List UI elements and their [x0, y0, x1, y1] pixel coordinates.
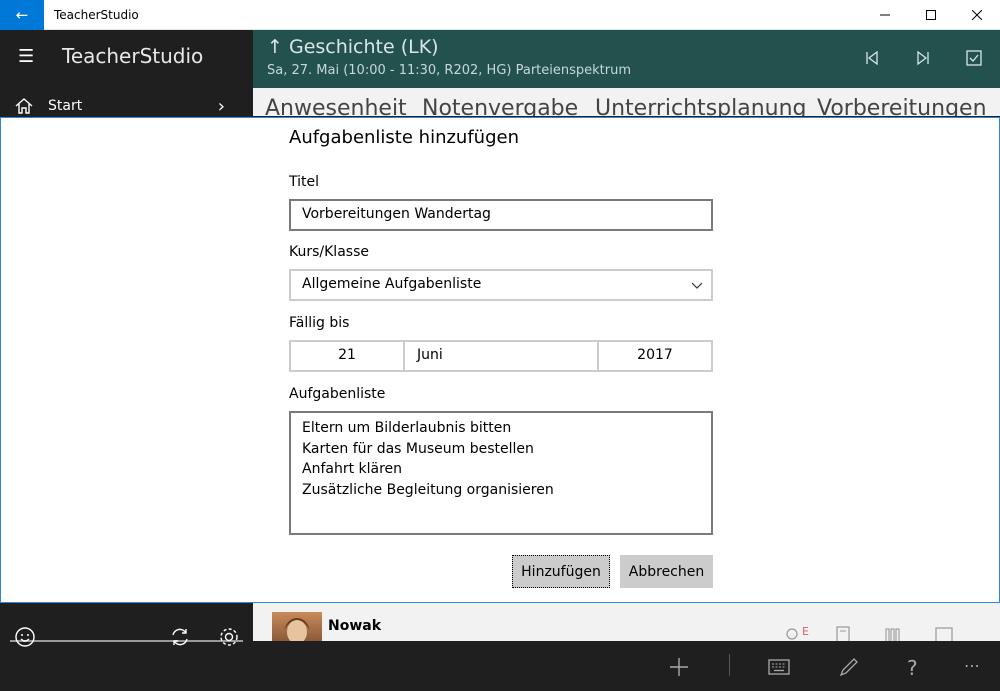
chevron-right-icon: ›: [217, 95, 225, 117]
cancel-button[interactable]: Abbrechen: [620, 555, 713, 588]
command-bar: [253, 641, 1000, 691]
course-select-value: Allgemeine Aufgabenliste: [302, 276, 482, 292]
tab-notenvergabe[interactable]: Notenvergabe: [422, 96, 578, 116]
tasklist-line: Eltern um Bilderlaubnis bitten: [302, 420, 512, 436]
minimize-icon: [880, 14, 890, 15]
tasklist-line: Karten für das Museum bestellen: [302, 440, 534, 457]
tasklist-label: Aufgabenliste: [289, 386, 386, 402]
close-button[interactable]: [954, 0, 1000, 30]
pencil-icon[interactable]: [838, 656, 860, 678]
dialog-title: Aufgabenliste hinzufügen: [289, 127, 519, 148]
tasklist-line: Anfahrt klären: [302, 461, 403, 477]
sync-icon[interactable]: [169, 626, 191, 648]
course-label: Kurs/Klasse: [289, 244, 369, 260]
hamburger-icon[interactable]: ☰: [18, 46, 34, 67]
student-photo: [272, 612, 322, 641]
title-label: Titel: [289, 174, 320, 190]
tab-unterrichtsplanung[interactable]: Unterrichtsplanung: [595, 96, 807, 116]
course-select[interactable]: Allgemeine Aufgabenliste: [289, 269, 713, 301]
home-icon: [15, 98, 33, 114]
gear-icon[interactable]: [218, 626, 240, 648]
checkbox-icon[interactable]: [966, 50, 982, 66]
due-month-picker[interactable]: Juni: [403, 340, 599, 372]
tasklist-line: Zusätzliche Begleitung organisieren: [302, 481, 554, 498]
notes-icon[interactable]: [834, 626, 852, 642]
due-year-picker[interactable]: 2017: [597, 340, 713, 372]
smiley-icon[interactable]: [14, 626, 36, 648]
minimize-button[interactable]: [862, 0, 908, 30]
ellipsis-icon[interactable]: ⋯: [964, 656, 986, 678]
add-tasklist-dialog: Aufgabenliste hinzufügen Titel Vorbereit…: [0, 117, 1000, 603]
tab-vorbereitungen[interactable]: Vorbereitungen: [817, 96, 987, 116]
badge-letter: E: [802, 626, 809, 638]
due-label: Fällig bis: [289, 315, 350, 331]
student-name[interactable]: Nowak: [328, 618, 381, 634]
arrow-up-icon[interactable]: ↑: [267, 36, 283, 58]
books-icon[interactable]: [884, 626, 902, 642]
back-arrow-icon: ←: [15, 5, 29, 24]
due-day-picker[interactable]: 21: [289, 340, 405, 372]
sidebar-item-label: Start: [48, 98, 83, 114]
avatar: [284, 618, 310, 641]
question-icon[interactable]: ?: [907, 656, 929, 680]
square-icon[interactable]: [935, 626, 953, 642]
course-subtitle: Sa, 27. Mai (10:00 - 11:30, R202, HG) Pa…: [267, 63, 632, 78]
maximize-button[interactable]: [908, 0, 954, 30]
course-title-text: Geschichte (LK): [288, 36, 439, 58]
back-button[interactable]: ←: [0, 0, 44, 30]
skip-previous-icon[interactable]: [864, 50, 880, 66]
tab-anwesenheit[interactable]: Anwesenheit: [265, 96, 407, 116]
person-badge-icon[interactable]: E: [783, 626, 809, 642]
add-button[interactable]: Hinzufügen: [512, 555, 610, 588]
maximize-icon: [926, 9, 936, 20]
title-input[interactable]: Vorbereitungen Wandertag: [289, 199, 713, 231]
window-title: TeacherStudio: [54, 7, 139, 22]
course-title: ↑ Geschichte (LK): [267, 36, 439, 58]
plus-icon[interactable]: [668, 656, 690, 678]
course-header: ↑ Geschichte (LK) Sa, 27. Mai (10:00 - 1…: [253, 30, 1000, 88]
sidebar-divider: [10, 640, 243, 642]
sidebar-brand: TeacherStudio: [62, 44, 204, 68]
title-bar: ← TeacherStudio: [0, 0, 1000, 30]
tab-strip: Anwesenheit Notenvergabe Unterrichtsplan…: [253, 88, 1000, 116]
tasklist-textarea[interactable]: Eltern um Bilderlaubnis bitten Karten fü…: [289, 411, 713, 535]
chevron-down-icon: [691, 282, 703, 289]
close-icon: [972, 9, 982, 20]
command-separator: [729, 654, 730, 676]
skip-next-icon[interactable]: [915, 50, 931, 66]
keyboard-icon[interactable]: [768, 656, 790, 678]
